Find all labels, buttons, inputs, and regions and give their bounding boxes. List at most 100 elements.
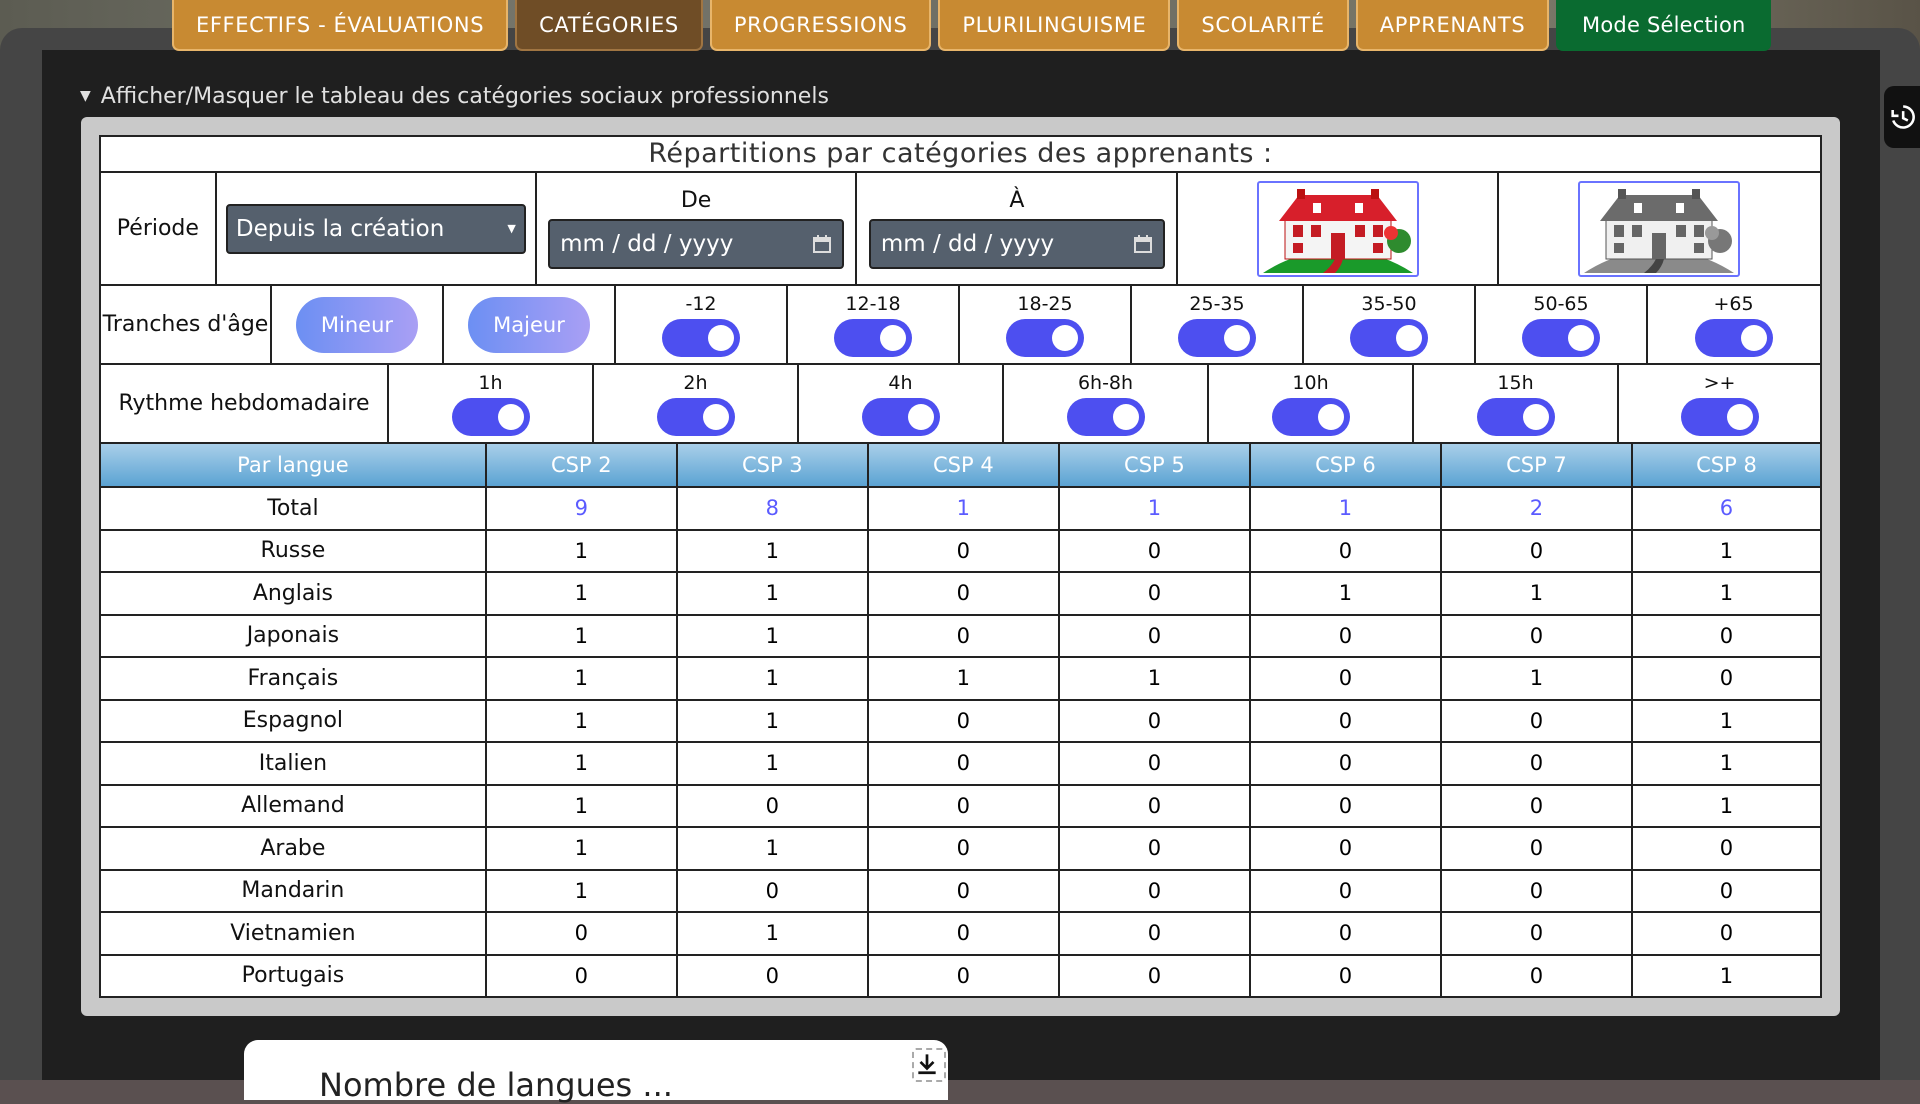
age-range-label: -12 [685, 292, 717, 315]
period-select[interactable]: Depuis la création ▼ [225, 203, 526, 254]
history-button[interactable] [1884, 86, 1920, 148]
header-cell[interactable]: CSP 4 [866, 444, 1060, 488]
total-value[interactable]: 1 [866, 486, 1060, 531]
bottom-card: Nombre de langues ... [244, 1040, 948, 1104]
table-row: Anglais 1 1 0 0 1 1 1 [101, 571, 1820, 616]
rhythm-toggle[interactable] [451, 397, 530, 436]
row-label: Russe [101, 528, 487, 573]
total-value[interactable]: 8 [675, 486, 869, 531]
house-gray-button[interactable] [1578, 180, 1741, 277]
caret-down-icon: ▼ [80, 88, 91, 104]
rhythm-toggle[interactable] [861, 397, 940, 436]
red-house-icon [1262, 188, 1413, 273]
age-toggle[interactable] [1006, 318, 1084, 357]
table-cell: 1 [484, 571, 678, 616]
table-cell: 0 [866, 741, 1060, 786]
total-value[interactable]: 6 [1630, 486, 1820, 531]
age-toggle[interactable] [662, 318, 740, 357]
table-cell: 1 [675, 698, 869, 743]
total-value[interactable]: 9 [484, 486, 678, 531]
table-cell: 0 [1439, 741, 1633, 786]
table-cell: 0 [1057, 826, 1251, 871]
rhythm-label: Rythme hebdomadaire [118, 391, 370, 416]
date-from-input[interactable]: mm / dd / yyyy [548, 219, 845, 269]
house-gray-cell [1499, 173, 1820, 284]
table-cell: 0 [866, 528, 1060, 573]
rhythm-toggle[interactable] [1476, 397, 1555, 436]
header-cell[interactable]: CSP 5 [1057, 444, 1251, 488]
table-cell: 1 [484, 528, 678, 573]
age-label-cell: Tranches d'âge [101, 286, 272, 363]
age-range-cell: 18-25 [960, 286, 1132, 363]
table-cell: 1 [484, 656, 678, 701]
download-icon[interactable] [912, 1048, 946, 1082]
period-cell: Période [101, 173, 217, 284]
rhythm-option-cell: 6h-8h [1004, 365, 1209, 442]
tab-scolarite[interactable]: SCOLARITÉ [1177, 0, 1349, 51]
table-cell: 0 [1439, 953, 1633, 998]
header-cell[interactable]: Par langue [101, 444, 487, 488]
table-cell: 0 [1248, 656, 1442, 701]
table-cell: 0 [1057, 613, 1251, 658]
total-value[interactable]: 2 [1439, 486, 1633, 531]
table-cell: 0 [866, 698, 1060, 743]
row-label: Italien [101, 741, 487, 786]
date-to-label: À [1009, 188, 1025, 213]
calendar-icon[interactable] [1133, 234, 1153, 254]
row-label: Japonais [101, 613, 487, 658]
rhythm-option-label: 6h-8h [1077, 371, 1134, 394]
header-cell[interactable]: CSP 3 [675, 444, 869, 488]
minor-button[interactable]: Mineur [296, 296, 418, 353]
table-cell: 0 [484, 911, 678, 956]
rhythm-toggle[interactable] [656, 397, 735, 436]
section-toggle[interactable]: ▼ Afficher/Masquer le tableau des catégor… [80, 84, 829, 109]
table-cell: 0 [1439, 826, 1633, 871]
date-from-cell: De mm / dd / yyyy [537, 173, 858, 284]
table-cell: 0 [1248, 698, 1442, 743]
categories-card: Répartitions par catégories des apprenan… [81, 117, 1840, 1016]
rhythm-toggle[interactable] [1680, 397, 1759, 436]
header-cell[interactable]: CSP 7 [1439, 444, 1633, 488]
csp-language-table: Par langue CSP 2 CSP 3 CSP 4 CSP 5 CSP 6… [101, 444, 1820, 998]
header-cell[interactable]: CSP 2 [484, 444, 678, 488]
tab-categories[interactable]: CATÉGORIES [515, 0, 703, 51]
tab-plurilinguisme[interactable]: PLURILINGUISME [938, 0, 1171, 51]
age-toggle[interactable] [834, 318, 912, 357]
section-toggle-label: Afficher/Masquer le tableau des catégori… [100, 84, 829, 109]
rhythm-option-label: 1h [478, 371, 503, 394]
gray-house-icon [1584, 188, 1735, 273]
rhythm-toggle[interactable] [1271, 397, 1350, 436]
mode-selection-button[interactable]: Mode Sélection [1556, 0, 1772, 51]
age-range-cell: 35-50 [1304, 286, 1476, 363]
header-cell[interactable]: CSP 6 [1248, 444, 1442, 488]
age-row: Tranches d'âge Mineur Majeur -12 12-18 1… [101, 286, 1820, 365]
house-color-button[interactable] [1256, 180, 1419, 277]
period-row: Période Depuis la création ▼ De mm / dd … [101, 173, 1820, 286]
major-button[interactable]: Majeur [468, 296, 590, 353]
rhythm-option-label: 2h [683, 371, 708, 394]
age-toggle[interactable] [1694, 318, 1773, 357]
table-cell: 1 [1630, 571, 1820, 616]
table-cell: 1 [1248, 571, 1442, 616]
table-cell: 1 [675, 656, 869, 701]
rhythm-toggle[interactable] [1066, 397, 1145, 436]
history-icon [1891, 105, 1915, 129]
age-range-cell: -12 [616, 286, 788, 363]
tab-effectifs-evaluations[interactable]: EFFECTIFS - ÉVALUATIONS [172, 0, 509, 51]
row-label: Total [101, 486, 487, 531]
table-cell: 0 [1057, 953, 1251, 998]
table-cell: 1 [1439, 656, 1633, 701]
age-toggle[interactable] [1522, 318, 1600, 357]
age-toggle[interactable] [1178, 318, 1256, 357]
dropdown-arrow-icon: ▼ [507, 222, 516, 235]
date-to-input[interactable]: mm / dd / yyyy [868, 219, 1165, 269]
age-toggle[interactable] [1350, 318, 1428, 357]
total-value[interactable]: 1 [1057, 486, 1251, 531]
tab-progressions[interactable]: PROGRESSIONS [709, 0, 932, 51]
header-cell[interactable]: CSP 8 [1630, 444, 1820, 488]
table-cell: 0 [1630, 656, 1820, 701]
tab-apprenants[interactable]: APPRENANTS [1355, 0, 1550, 51]
calendar-icon[interactable] [812, 234, 832, 254]
total-value[interactable]: 1 [1248, 486, 1442, 531]
table-cell: 1 [484, 741, 678, 786]
